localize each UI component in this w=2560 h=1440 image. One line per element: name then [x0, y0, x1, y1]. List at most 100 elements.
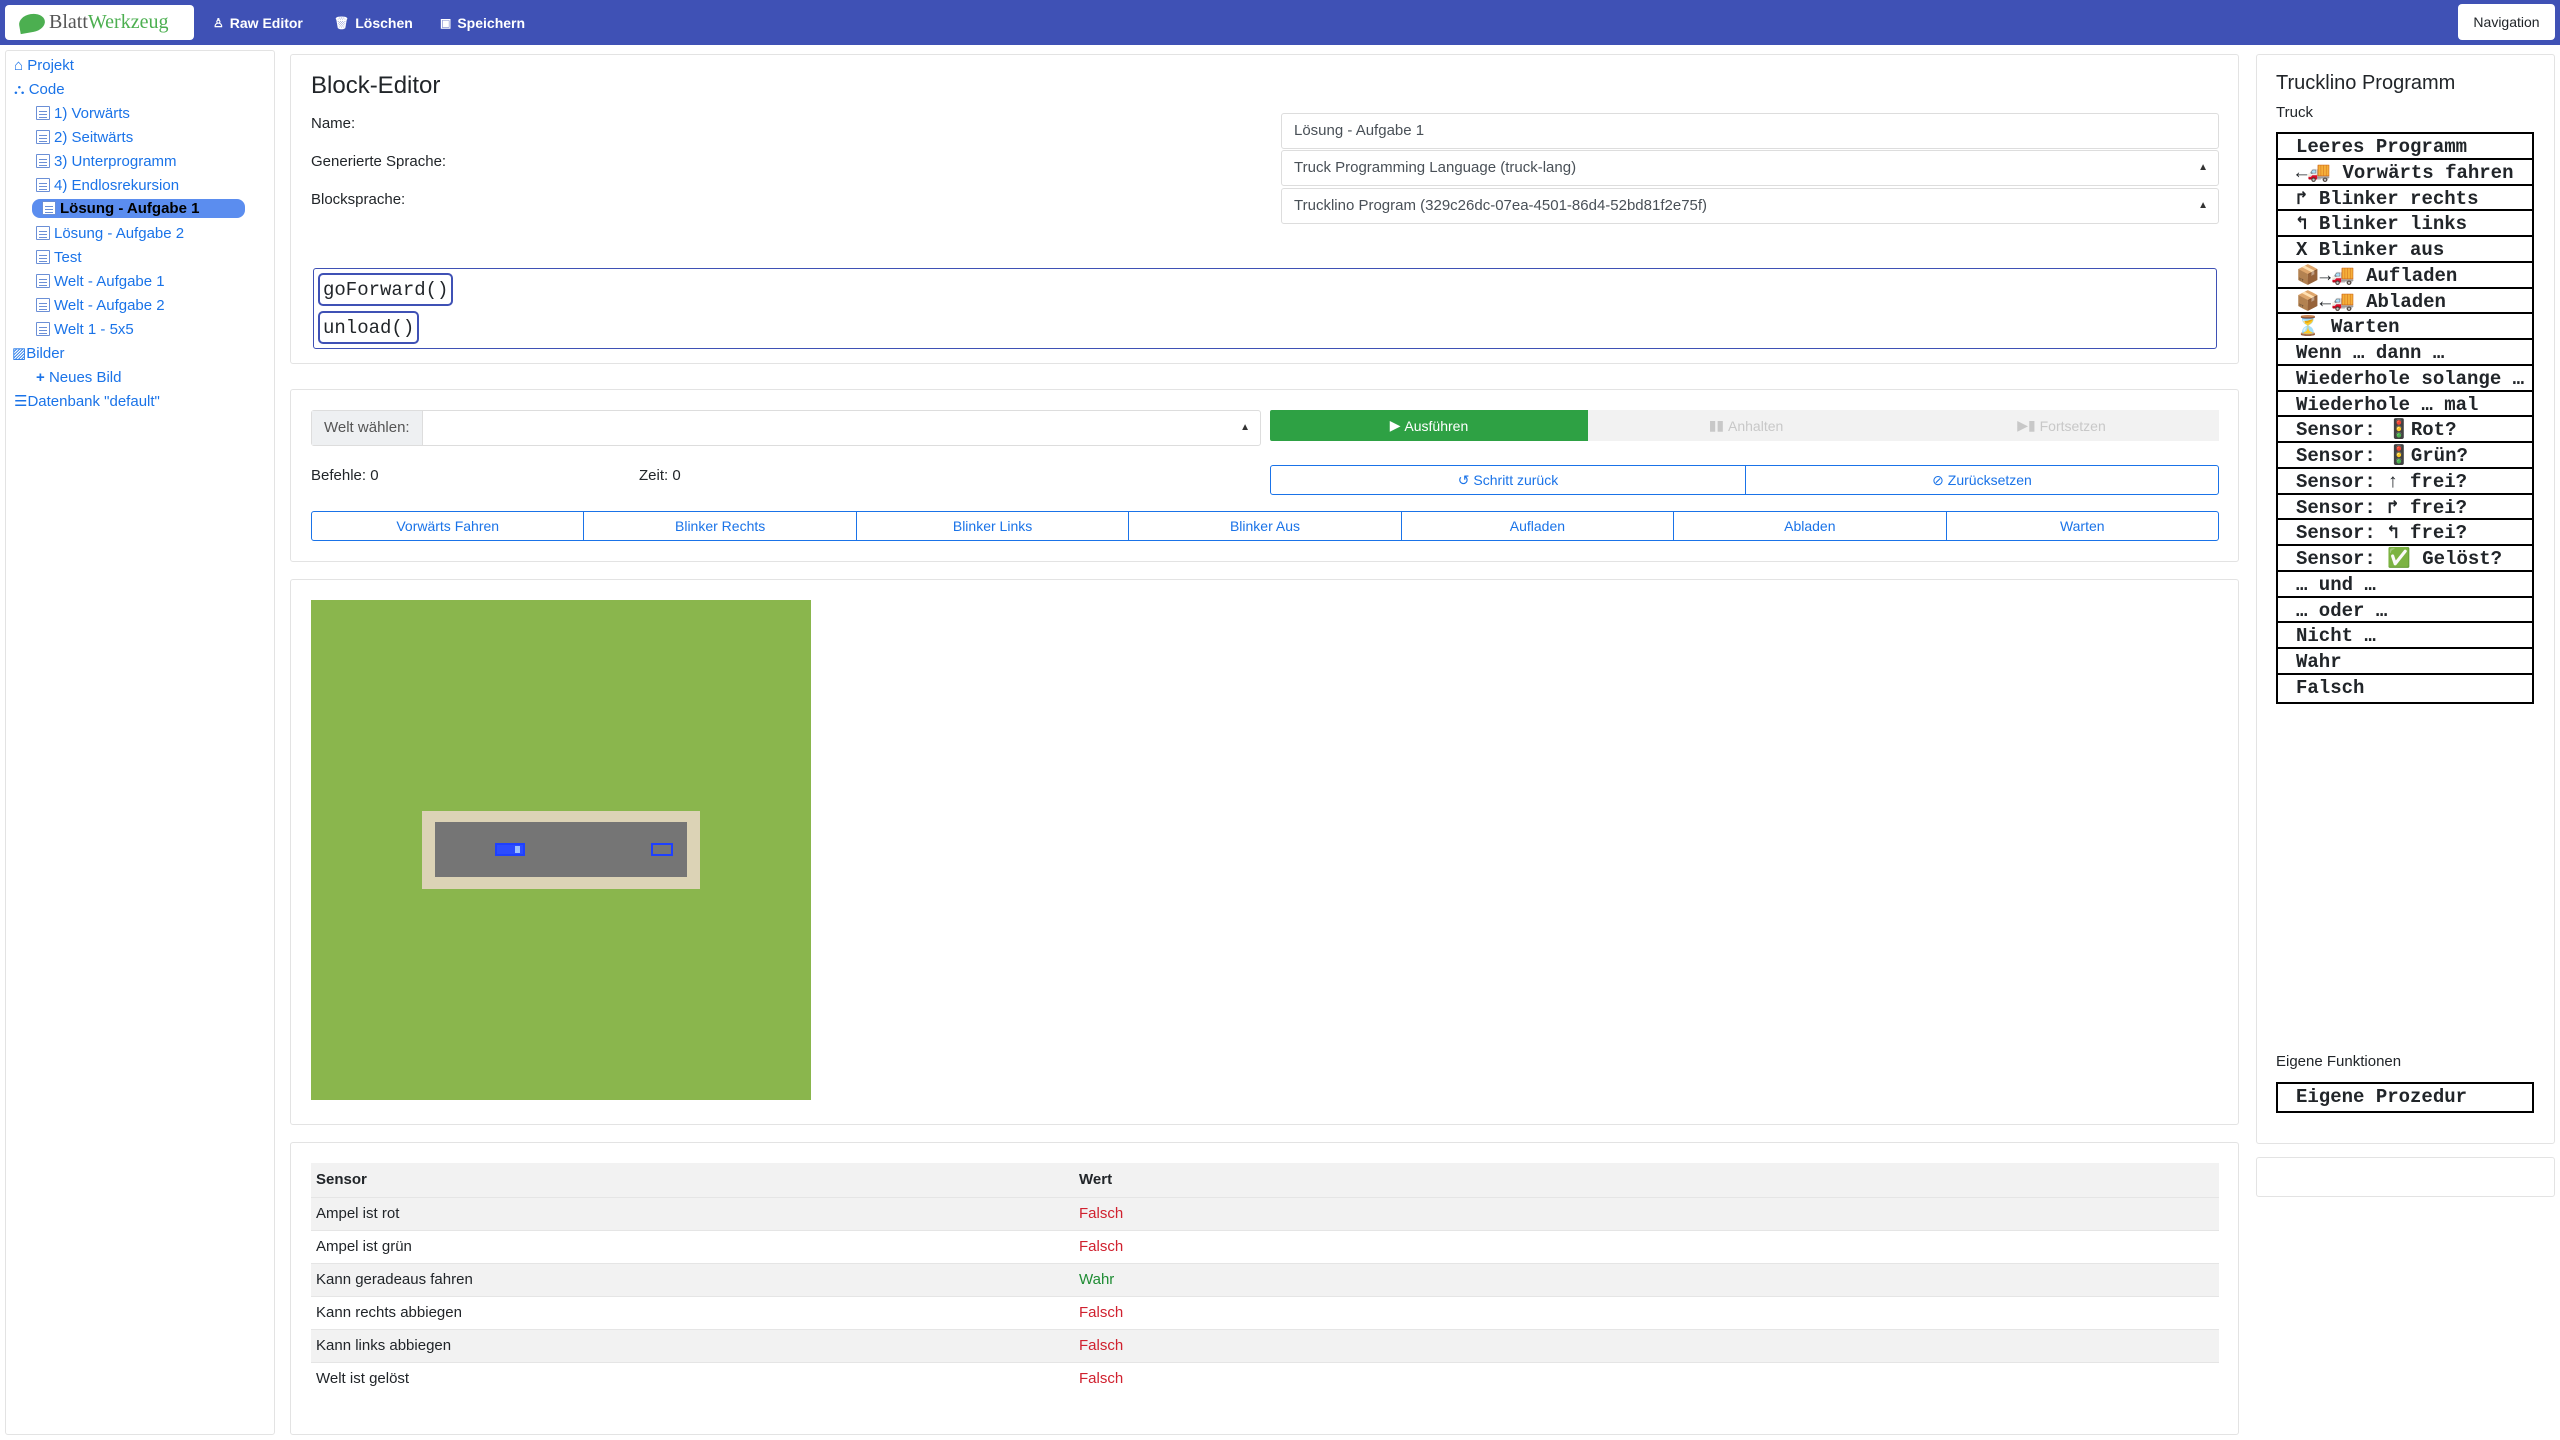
sidebar-item-code-5-active[interactable]: Lösung - Aufgabe 1 — [32, 199, 246, 218]
delete-button[interactable]: 🗑 Löschen — [334, 0, 413, 45]
world-canvas[interactable] — [311, 600, 811, 1100]
toolbox-section-truck: Truck — [2276, 104, 2313, 121]
pause-label: Anhalten — [1728, 417, 1784, 434]
toolbox-section-custom: Eigene Funktionen — [2276, 1053, 2402, 1070]
block-language-label: Blocksprache: — [311, 191, 406, 208]
pause-button[interactable]: ▮▮ Anhalten — [1588, 410, 1904, 441]
select-arrows-icon: ▲ — [2198, 162, 2208, 173]
world-select[interactable]: Welt wählen: ▲ — [311, 410, 1261, 446]
raw-editor-button[interactable]: ♙ Raw Editor — [213, 0, 303, 45]
navigation-button[interactable]: Navigation — [2458, 4, 2555, 40]
world-select-label: Welt wählen: — [312, 411, 423, 445]
document-icon — [36, 106, 50, 120]
toolbox-secondary-panel — [2256, 1157, 2555, 1197]
ban-icon: ⊘ — [1932, 471, 1948, 488]
cmd-load-button[interactable]: Aufladen — [1402, 512, 1675, 540]
run-button[interactable]: ▶ Ausführen — [1270, 410, 1588, 441]
sidebar-item-code-9[interactable]: Welt - Aufgabe 2 — [36, 295, 165, 317]
reset-label: Zurücksetzen — [1947, 472, 2032, 488]
sidebar-item-label: 2) Seitwärts — [54, 129, 134, 146]
cmd-blinker-off-button[interactable]: Blinker Aus — [1129, 512, 1402, 540]
cmd-blinker-right-button[interactable]: Blinker Rechts — [584, 512, 857, 540]
name-input[interactable]: Lösung - Aufgabe 1 — [1281, 113, 2219, 149]
document-icon — [36, 154, 50, 168]
save-label: Speichern — [457, 14, 526, 31]
sidebar-item-code-2[interactable]: 2) Seitwärts — [36, 127, 133, 149]
resume-icon: ▶▮ — [2017, 417, 2040, 433]
cmd-unload-button[interactable]: Abladen — [1674, 512, 1947, 540]
document-icon — [36, 274, 50, 288]
value-column-header: Wert — [1074, 1163, 2219, 1197]
sensor-column-header: Sensor — [311, 1163, 1074, 1197]
brand-name-part1: Blatt — [49, 11, 88, 33]
cmd-forward-button[interactable]: Vorwärts Fahren — [312, 512, 585, 540]
sensor-value-cell: Falsch — [1074, 1361, 2219, 1395]
document-icon — [42, 201, 56, 215]
code-block-unload[interactable]: unload() — [318, 311, 420, 344]
project-sidebar: ⌂ Projekt ⛬ Code 1) Vorwärts 2) Seitwärt… — [5, 50, 275, 1435]
sensor-name-cell: Kann rechts abbiegen — [311, 1295, 1074, 1329]
pause-icon: ▮▮ — [1708, 417, 1729, 433]
block-language-select[interactable]: Trucklino Program (329c26dc-07ea-4501-86… — [1281, 188, 2219, 224]
sidebar-item-database[interactable]: ☰Datenbank "default" — [14, 391, 160, 413]
table-row: Kann rechts abbiegen Falsch — [311, 1295, 2219, 1329]
page-title: Block-Editor — [311, 72, 441, 99]
sensor-value-cell: Falsch — [1074, 1196, 2219, 1230]
target-marker — [651, 843, 673, 856]
commands-counter: Befehle: 0 — [311, 467, 379, 484]
run-label: Ausführen — [1404, 417, 1469, 434]
sidebar-item-code-3[interactable]: 3) Unterprogramm — [36, 151, 177, 173]
time-counter: Zeit: 0 — [639, 467, 681, 484]
toolbox-block-21[interactable]: Falsch — [2276, 672, 2534, 704]
cmd-blinker-left-button[interactable]: Blinker Links — [857, 512, 1130, 540]
toolbox-block-custom-procedure[interactable]: Eigene Prozedur — [2276, 1082, 2534, 1113]
brand-logo[interactable]: Blatt Werkzeug — [5, 5, 194, 40]
sidebar-item-code-7[interactable]: Test — [36, 247, 82, 269]
sensor-name-cell: Ampel ist rot — [311, 1196, 1074, 1230]
delete-label: Löschen — [355, 14, 413, 31]
language-select[interactable]: Truck Programming Language (truck-lang) … — [1281, 150, 2219, 186]
sidebar-item-label: Test — [54, 249, 82, 266]
sidebar-item-label: Projekt — [27, 57, 74, 74]
manual-command-bar: Vorwärts Fahren Blinker Rechts Blinker L… — [311, 511, 2219, 541]
sidebar-item-label: 3) Unterprogramm — [54, 153, 177, 170]
sidebar-item-images[interactable]: ▨Bilder — [12, 343, 65, 365]
sidebar-item-label: Welt 1 - 5x5 — [54, 321, 134, 338]
sidebar-item-code-6[interactable]: Lösung - Aufgabe 2 — [36, 223, 184, 245]
block-workspace[interactable]: goForward() unload() — [313, 268, 2217, 349]
toolbox-title: Trucklino Programm — [2276, 72, 2456, 94]
save-button[interactable]: ▣ Speichern — [440, 0, 525, 45]
trash-icon: 🗑 — [334, 15, 350, 30]
table-row: Kann links abbiegen Falsch — [311, 1328, 2219, 1362]
document-icon — [36, 178, 50, 192]
code-block-goforward[interactable]: goForward() — [318, 273, 454, 306]
sidebar-item-code-4[interactable]: 4) Endlosrekursion — [36, 175, 179, 197]
sidebar-item-label: Datenbank "default" — [27, 393, 160, 410]
table-row: Ampel ist grün Falsch — [311, 1229, 2219, 1263]
cmd-wait-button[interactable]: Warten — [1947, 512, 2218, 540]
truck-icon — [495, 843, 525, 856]
step-back-button[interactable]: ↺ Schritt zurück — [1270, 465, 1746, 495]
leaf-icon — [17, 11, 47, 34]
undo-icon: ↺ — [1457, 471, 1474, 488]
person-icon: ♙ — [213, 15, 224, 30]
raw-editor-label: Raw Editor — [229, 14, 303, 31]
sidebar-item-label: Neues Bild — [48, 369, 122, 386]
sidebar-item-code-8[interactable]: Welt - Aufgabe 1 — [36, 271, 165, 293]
sidebar-item-code-1[interactable]: 1) Vorwärts — [36, 103, 130, 125]
sidebar-item-project[interactable]: ⌂ Projekt — [14, 55, 74, 77]
sensor-value-cell: Falsch — [1074, 1328, 2219, 1362]
sidebar-item-new-image[interactable]: + Neues Bild — [36, 367, 121, 389]
select-arrows-icon: ▲ — [2198, 200, 2208, 211]
sidebar-item-code[interactable]: ⛬ Code — [14, 79, 65, 101]
brand-name-part2: Werkzeug — [87, 11, 169, 33]
select-arrows-icon: ▲ — [1240, 422, 1250, 433]
reset-button[interactable]: ⊘ Zurücksetzen — [1745, 465, 2219, 495]
sidebar-item-code-10[interactable]: Welt 1 - 5x5 — [36, 319, 134, 341]
resume-label: Fortsetzen — [2039, 417, 2106, 434]
sensor-name-cell: Kann links abbiegen — [311, 1328, 1074, 1362]
sidebar-item-label: Welt - Aufgabe 2 — [54, 297, 165, 314]
sensor-table: Sensor Wert Ampel ist rot Falsch Ampel ist… — [311, 1163, 2219, 1395]
resume-button[interactable]: ▶▮ Fortsetzen — [1904, 410, 2219, 441]
sidebar-item-label: Bilder — [26, 345, 65, 362]
